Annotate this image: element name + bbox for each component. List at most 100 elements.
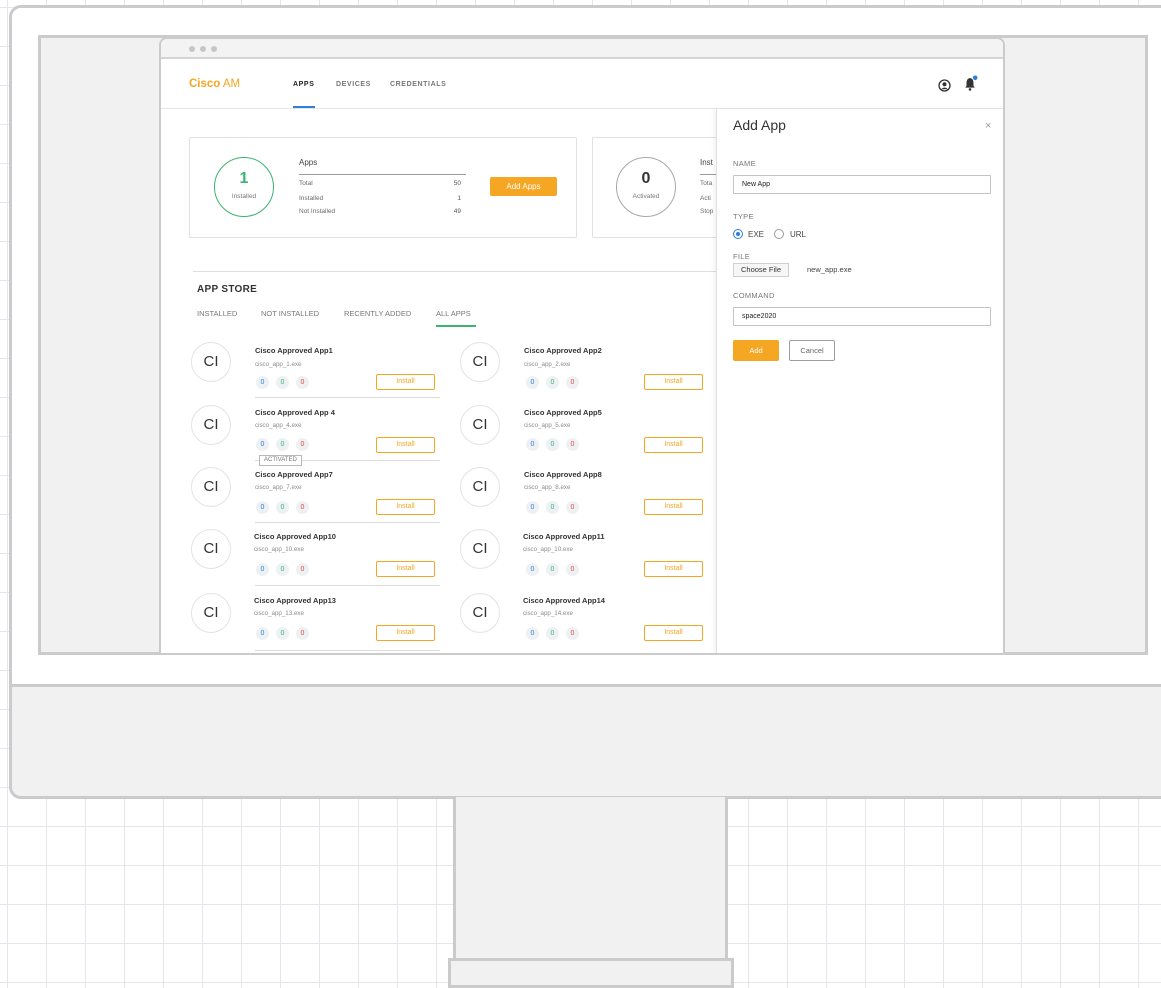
- app-avatar: CI: [191, 467, 231, 507]
- install-button[interactable]: Install: [376, 374, 435, 390]
- app-avatar: CI: [460, 529, 500, 569]
- count-chip-blue: 0: [526, 376, 539, 389]
- store-tab-all-apps[interactable]: ALL APPS: [436, 309, 471, 318]
- app-avatar: CI: [191, 593, 231, 633]
- add-button[interactable]: Add: [733, 340, 779, 361]
- active-tab-indicator: [293, 106, 315, 108]
- install-button[interactable]: Install: [376, 625, 435, 641]
- install-button[interactable]: Install: [376, 437, 435, 453]
- notification-badge: [972, 75, 978, 81]
- app-filename: cisco_app_4.exe: [255, 422, 302, 429]
- app-avatar: CI: [460, 405, 500, 445]
- count-chip-green: 0: [546, 501, 559, 514]
- add-apps-button[interactable]: Add Apps: [490, 177, 557, 196]
- app-name: Cisco Approved App7: [255, 470, 333, 479]
- count-chip-blue: 0: [526, 438, 539, 451]
- count-chip-blue: 0: [256, 563, 269, 576]
- install-button[interactable]: Install: [644, 625, 703, 641]
- count-chip-red: 0: [566, 376, 579, 389]
- count-chip-red: 0: [296, 627, 309, 640]
- count-chip-red: 0: [566, 438, 579, 451]
- monitor-stand-neck: [453, 797, 728, 963]
- selected-file-name: new_app.exe: [807, 265, 852, 274]
- activated-count-circle: 0 Activated: [616, 157, 676, 217]
- bell-icon[interactable]: [964, 75, 978, 92]
- monitor-stand-foot: [448, 958, 734, 988]
- count-chip-red: 0: [296, 376, 309, 389]
- command-input[interactable]: space2020: [733, 307, 991, 326]
- app-filename: cisco_app_8.exe: [524, 484, 571, 491]
- section-divider: [193, 271, 723, 272]
- app-name: Cisco Approved App14: [523, 596, 605, 605]
- window-dot-minimize[interactable]: [200, 46, 206, 52]
- apps-stats-divider: [299, 174, 466, 175]
- choose-file-button[interactable]: Choose File: [733, 263, 790, 277]
- install-button[interactable]: Install: [644, 499, 703, 515]
- type-radio-exe[interactable]: [733, 229, 743, 239]
- stat-not-installed-label: Not Installed: [299, 208, 336, 215]
- install-button[interactable]: Install: [376, 499, 435, 515]
- count-chip-red: 0: [296, 438, 309, 451]
- app-avatar: CI: [191, 342, 231, 382]
- app-filename: cisco_app_2.exe: [524, 361, 571, 368]
- tab-credentials[interactable]: CREDENTIALS: [390, 81, 446, 88]
- panel-title: Add App: [733, 117, 786, 133]
- count-chip-blue: 0: [526, 501, 539, 514]
- install-button[interactable]: Install: [644, 437, 703, 453]
- app-name: Cisco Approved App2: [524, 346, 602, 355]
- tab-devices[interactable]: DEVICES: [336, 81, 371, 88]
- monitor-chin: [9, 684, 1161, 799]
- cancel-button[interactable]: Cancel: [789, 340, 835, 361]
- app-filename: cisco_app_10.exe: [254, 546, 304, 553]
- add-app-panel: Add App × NAME New App TYPE EXE URL FILE…: [716, 109, 1003, 653]
- count-chip-red: 0: [566, 501, 579, 514]
- brand-logo[interactable]: Cisco AM: [189, 78, 240, 90]
- close-icon[interactable]: ×: [985, 120, 991, 132]
- activated-tooltip: ACTIVATED: [259, 455, 302, 466]
- count-chip-red: 0: [566, 563, 579, 576]
- row-divider: [255, 585, 440, 586]
- app-avatar: CI: [191, 405, 231, 445]
- store-tab-not-installed[interactable]: NOT INSTALLED: [261, 309, 319, 318]
- install-button[interactable]: Install: [644, 374, 703, 390]
- app-name: Cisco Approved App8: [524, 470, 602, 479]
- app-filename: cisco_app_1.exe: [255, 361, 302, 368]
- app-name: Cisco Approved App10: [254, 532, 336, 541]
- window-dot-maximize[interactable]: [211, 46, 217, 52]
- activated-count: 0: [641, 170, 651, 187]
- count-chip-red: 0: [296, 563, 309, 576]
- store-tab-installed[interactable]: INSTALLED: [197, 309, 237, 318]
- tab-apps[interactable]: APPS: [293, 81, 314, 88]
- install-button[interactable]: Install: [644, 561, 703, 577]
- count-chip-green: 0: [276, 501, 289, 514]
- count-chip-blue: 0: [526, 563, 539, 576]
- install-button[interactable]: Install: [376, 561, 435, 577]
- store-tab-recently-added[interactable]: RECENTLY ADDED: [344, 309, 411, 318]
- window-dot-close[interactable]: [189, 46, 195, 52]
- app-name: Cisco Approved App1: [255, 346, 333, 355]
- name-label: NAME: [733, 159, 756, 168]
- installed-count: 1: [239, 170, 249, 187]
- app-name: Cisco Approved App11: [523, 532, 605, 541]
- app-name: Cisco Approved App13: [254, 596, 336, 605]
- activated-count-label: Activated: [632, 193, 660, 200]
- browser-window: Cisco AM APPS DEVICES CREDENTIALS 1 Inst…: [159, 37, 1005, 653]
- count-chip-blue: 0: [256, 376, 269, 389]
- name-input[interactable]: New App: [733, 175, 991, 194]
- app-avatar: CI: [460, 467, 500, 507]
- count-chip-green: 0: [276, 376, 289, 389]
- user-circle-icon[interactable]: [938, 79, 951, 92]
- top-navbar: Cisco AM APPS DEVICES CREDENTIALS: [161, 61, 1003, 109]
- store-active-tab-indicator: [436, 325, 476, 327]
- count-chip-green: 0: [276, 563, 289, 576]
- type-radio-url[interactable]: [774, 229, 784, 239]
- app-avatar: CI: [191, 529, 231, 569]
- app-filename: cisco_app_7.exe: [255, 484, 302, 491]
- stat-total-value: 50: [453, 180, 461, 187]
- installed-count-label: Installed: [231, 193, 257, 200]
- stat-instances-total-label: Tota: [700, 180, 713, 187]
- count-chip-green: 0: [546, 376, 559, 389]
- stat-total-label: Total: [299, 180, 313, 187]
- apps-stats-title: Apps: [299, 158, 318, 167]
- count-chip-green: 0: [276, 627, 289, 640]
